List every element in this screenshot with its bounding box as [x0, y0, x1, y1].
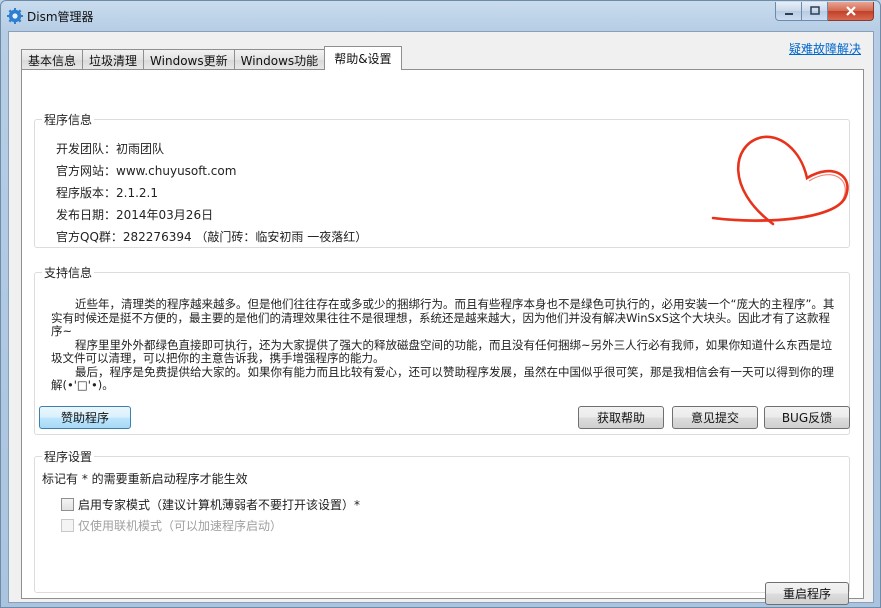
program-info-group: 程序信息 开发团队：初雨团队 官方网站：www.chuyusoft.com 程序…	[34, 111, 850, 248]
website-text: 官方网站：www.chuyusoft.com	[56, 164, 237, 178]
help-settings-page: 程序信息 开发团队：初雨团队 官方网站：www.chuyusoft.com 程序…	[21, 69, 864, 605]
get-help-button[interactable]: 获取帮助	[578, 406, 664, 429]
version-text: 程序版本：2.1.2.1	[56, 186, 158, 200]
online-mode-checkbox	[61, 519, 74, 532]
program-info-title: 程序信息	[42, 111, 95, 128]
release-date-text: 发布日期：2014年03月26日	[56, 208, 214, 222]
support-info-group: 支持信息 近些年，清理类的程序越来越多。但是他们往往存在或多或少的捆绑行为。而且…	[34, 264, 850, 435]
support-paragraph: 最后，程序是免费提供给大家的。如果你有能力而且比较有爱心，还可以赞助程序发展，虽…	[51, 364, 834, 392]
expert-mode-option[interactable]: 启用专家模式（建议计算机薄弱者不要打开该设置）*	[61, 496, 360, 513]
tab-basic-info[interactable]: 基本信息	[21, 49, 84, 70]
gear-app-icon	[7, 8, 23, 24]
close-icon	[845, 6, 856, 16]
expert-mode-checkbox[interactable]	[61, 498, 74, 511]
expert-mode-label: 启用专家模式（建议计算机薄弱者不要打开该设置）*	[78, 498, 361, 512]
feedback-button[interactable]: 意见提交	[672, 406, 758, 429]
troubleshooting-link[interactable]: 疑难故障解决	[789, 40, 861, 57]
tab-windows-update[interactable]: Windows更新	[143, 49, 235, 70]
caption-buttons	[775, 2, 874, 22]
online-mode-label: 仅使用联机模式（可以加速程序启动）	[78, 519, 283, 533]
tab-windows-features[interactable]: Windows功能	[233, 49, 326, 70]
tab-cleanup[interactable]: 垃圾清理	[82, 49, 145, 70]
maximize-icon	[809, 6, 820, 15]
qq-group-text: 官方QQ群：282276394 （敲门砖：临安初雨 一夜落红）	[56, 230, 368, 244]
program-settings-title: 程序设置	[42, 448, 95, 465]
support-text: 近些年，清理类的程序越来越多。但是他们往往存在或多或少的捆绑行为。而且有些程序本…	[51, 297, 837, 393]
restart-button[interactable]: 重启程序	[765, 582, 849, 605]
bug-report-button[interactable]: BUG反馈	[764, 406, 850, 429]
support-paragraph: 程序里里外外都绿色直接即可执行，还为大家提供了强大的释放磁盘空间的功能，而且没有…	[51, 337, 833, 365]
minimize-icon	[784, 13, 793, 15]
title-bar[interactable]: Dism管理器	[1, 1, 880, 31]
heart-logo-icon	[711, 135, 849, 226]
sponsor-button[interactable]: 赞助程序	[39, 406, 131, 429]
window-title: Dism管理器	[27, 10, 94, 24]
minimize-button[interactable]	[775, 2, 802, 21]
restart-note-text: 标记有 * 的需要重新启动程序才能生效	[42, 472, 248, 486]
maximize-button[interactable]	[802, 2, 828, 21]
tab-strip: 基本信息 垃圾清理 Windows更新 Windows功能 帮助&设置	[21, 46, 402, 70]
online-mode-option: 仅使用联机模式（可以加速程序启动）	[61, 517, 282, 534]
close-button[interactable]	[828, 2, 874, 21]
client-area: 基本信息 垃圾清理 Windows更新 Windows功能 帮助&设置 疑难故障…	[8, 31, 874, 605]
program-settings-group: 程序设置 标记有 * 的需要重新启动程序才能生效 启用专家模式（建议计算机薄弱者…	[34, 448, 850, 605]
support-paragraph: 近些年，清理类的程序越来越多。但是他们往往存在或多或少的捆绑行为。而且有些程序本…	[51, 297, 835, 338]
support-info-title: 支持信息	[42, 264, 95, 281]
dev-team-text: 开发团队：初雨团队	[56, 142, 165, 156]
app-window: Dism管理器 基本信息 垃圾清理 Windows更新 Windows功能 帮助…	[0, 0, 881, 608]
tab-help-settings[interactable]: 帮助&设置	[324, 46, 402, 70]
